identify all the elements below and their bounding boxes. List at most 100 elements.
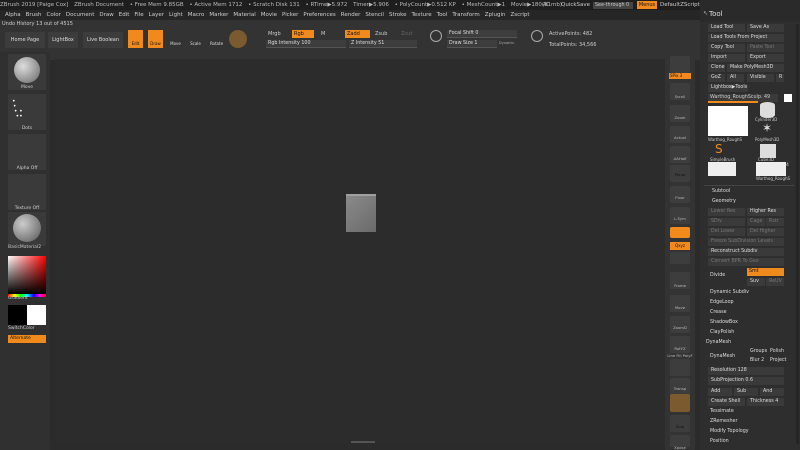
lower-res-button[interactable]: Lower Res bbox=[708, 208, 745, 216]
menu-brush[interactable]: Brush bbox=[26, 12, 42, 18]
sub-button[interactable]: Sub bbox=[734, 388, 758, 396]
tessimate-section[interactable]: Tessimate bbox=[710, 409, 734, 414]
canvas-scroll-handle[interactable] bbox=[351, 441, 375, 443]
menu-tool[interactable]: Tool bbox=[437, 12, 448, 18]
cube-icon[interactable] bbox=[760, 144, 776, 158]
menu-stroke[interactable]: Stroke bbox=[389, 12, 407, 18]
tool-title[interactable]: Tool bbox=[709, 10, 723, 18]
default-zscript-button[interactable]: DefaultZScript bbox=[660, 0, 700, 10]
menu-document[interactable]: Document bbox=[66, 12, 95, 18]
cube-mesh[interactable] bbox=[346, 194, 376, 232]
groups-toggle[interactable]: Groups bbox=[750, 349, 767, 354]
menu-material[interactable]: Material bbox=[233, 12, 255, 18]
rotate-mode-button[interactable]: Rotate bbox=[208, 30, 225, 48]
claypolish-section[interactable]: ClayPolish bbox=[710, 330, 734, 335]
menu-light[interactable]: Light bbox=[169, 12, 183, 18]
load-from-project-button[interactable]: Load Tools From Project bbox=[708, 34, 784, 42]
divide-button[interactable]: Divide bbox=[710, 273, 725, 278]
menu-alpha[interactable]: Alpha bbox=[5, 12, 21, 18]
resolution-slider[interactable]: Resolution 128 bbox=[708, 367, 784, 375]
menu-preferences[interactable]: Preferences bbox=[303, 12, 335, 18]
palette-pin-icon[interactable]: ↖ bbox=[703, 10, 708, 17]
live-boolean-button[interactable]: Live Boolean bbox=[83, 32, 123, 48]
switch-color-button[interactable]: SwitchColor bbox=[8, 326, 35, 331]
menu-macro[interactable]: Macro bbox=[188, 12, 205, 18]
home-page-button[interactable]: Home Page bbox=[5, 32, 45, 48]
edgeloop-section[interactable]: EdgeLoop bbox=[710, 300, 734, 305]
clone-button[interactable]: Clone bbox=[708, 64, 725, 72]
export-button[interactable]: Export bbox=[747, 54, 784, 62]
reuv-button[interactable]: ReUV bbox=[766, 278, 784, 286]
m-toggle[interactable]: M bbox=[321, 31, 325, 37]
paste-tool-button[interactable]: Paste Tool bbox=[747, 44, 784, 52]
copy-tool-button[interactable]: Copy Tool bbox=[708, 44, 745, 52]
menu-texture[interactable]: Texture bbox=[412, 12, 432, 18]
dynamic-subdiv-section[interactable]: Dynamic Subdiv bbox=[710, 290, 749, 295]
menu-color[interactable]: Color bbox=[47, 12, 61, 18]
simplebrush-icon[interactable]: S bbox=[715, 142, 723, 156]
project-toggle[interactable]: Project bbox=[770, 358, 786, 363]
undo-history[interactable]: Undo History 13 out of 4515 bbox=[2, 21, 73, 27]
r-button[interactable]: R bbox=[776, 74, 784, 82]
cylinder-icon[interactable] bbox=[760, 102, 775, 118]
smt-toggle[interactable]: Smt bbox=[747, 268, 784, 276]
mrgb-toggle[interactable]: Mrgb bbox=[268, 31, 281, 37]
menu-draw[interactable]: Draw bbox=[99, 12, 113, 18]
subprojection-slider[interactable]: SubProjection 0.6 bbox=[708, 377, 784, 385]
menu-stencil[interactable]: Stencil bbox=[365, 12, 384, 18]
r-button-small[interactable] bbox=[784, 94, 792, 102]
tool-scrollbar[interactable] bbox=[796, 24, 799, 444]
rgb-toggle[interactable]: Rgb bbox=[292, 30, 314, 38]
menu-transform[interactable]: Transform bbox=[452, 12, 479, 18]
qxyz-button[interactable]: Qxyz bbox=[670, 242, 690, 250]
menu-zscript[interactable]: Zscript bbox=[510, 12, 529, 18]
scale-mode-button[interactable]: Scale bbox=[188, 30, 203, 48]
menu-edit[interactable]: Edit bbox=[119, 12, 130, 18]
zcut-toggle[interactable]: Zcut bbox=[401, 31, 412, 37]
menus-button[interactable]: Menus bbox=[637, 1, 657, 9]
xyz-icon[interactable] bbox=[670, 252, 690, 264]
color-picker[interactable] bbox=[8, 256, 46, 294]
alternate-button[interactable]: Alternate bbox=[8, 335, 46, 343]
visible-button[interactable]: Visible bbox=[747, 74, 774, 82]
edit-mode-button[interactable]: Edit bbox=[128, 30, 143, 48]
suv-toggle[interactable]: Suv bbox=[747, 278, 765, 286]
texture-selector[interactable] bbox=[8, 174, 46, 210]
higher-res-button[interactable]: Higher Res bbox=[747, 208, 784, 216]
save-as-button[interactable]: Save As bbox=[747, 24, 784, 32]
subtool-section[interactable]: Subtool bbox=[712, 189, 730, 194]
and-button[interactable]: And bbox=[760, 388, 784, 396]
draw-mode-button[interactable]: Draw bbox=[148, 30, 163, 48]
dynamesh-section[interactable]: DynaMesh bbox=[706, 340, 731, 345]
load-tool-button[interactable]: Load Tool bbox=[708, 24, 745, 32]
all-button[interactable]: All bbox=[727, 74, 744, 82]
tool-thumb-cylinder[interactable] bbox=[708, 162, 736, 176]
cage-button[interactable]: Cage bbox=[747, 218, 765, 226]
ghost-icon[interactable] bbox=[670, 394, 690, 412]
shadowbox-section[interactable]: ShadowBox bbox=[710, 320, 738, 325]
sdiv-slider[interactable]: SDiv bbox=[708, 218, 745, 226]
zadd-toggle[interactable]: Zadd bbox=[345, 30, 370, 38]
menu-render[interactable]: Render bbox=[341, 12, 361, 18]
make-polymesh-button[interactable]: Make PolyMesh3D bbox=[727, 64, 784, 72]
zsub-toggle[interactable]: Zsub bbox=[375, 31, 387, 37]
lock-icon[interactable] bbox=[670, 227, 690, 238]
menu-movie[interactable]: Movie bbox=[261, 12, 277, 18]
stroke-selector[interactable]: • • • • • • bbox=[8, 94, 46, 130]
crease-section[interactable]: Crease bbox=[710, 310, 727, 315]
menu-picker[interactable]: Picker bbox=[282, 12, 298, 18]
quicksave-button[interactable]: QuickSave bbox=[561, 0, 590, 10]
polyf-icon[interactable] bbox=[670, 359, 690, 376]
modify-topology-section[interactable]: Modify Topology bbox=[710, 429, 749, 434]
blur-slider[interactable]: Blur 2 bbox=[750, 358, 764, 363]
primary-color-swatch[interactable] bbox=[8, 305, 28, 325]
spix-button[interactable] bbox=[670, 56, 690, 73]
del-lower-button[interactable]: Del Lower bbox=[708, 228, 745, 236]
tool-thumb-warthog-2[interactable] bbox=[756, 162, 786, 176]
geometry-section[interactable]: Geometry bbox=[712, 199, 736, 204]
rgb-intensity-slider[interactable]: Rgb Intensity 100 bbox=[266, 40, 346, 48]
rstr-button[interactable]: Rstr bbox=[766, 218, 784, 226]
lightbox-tools-button[interactable]: Lightbox▶Tools bbox=[708, 84, 748, 92]
menu-zplugin[interactable]: Zplugin bbox=[485, 12, 506, 18]
goz-button[interactable]: GoZ bbox=[708, 74, 725, 82]
